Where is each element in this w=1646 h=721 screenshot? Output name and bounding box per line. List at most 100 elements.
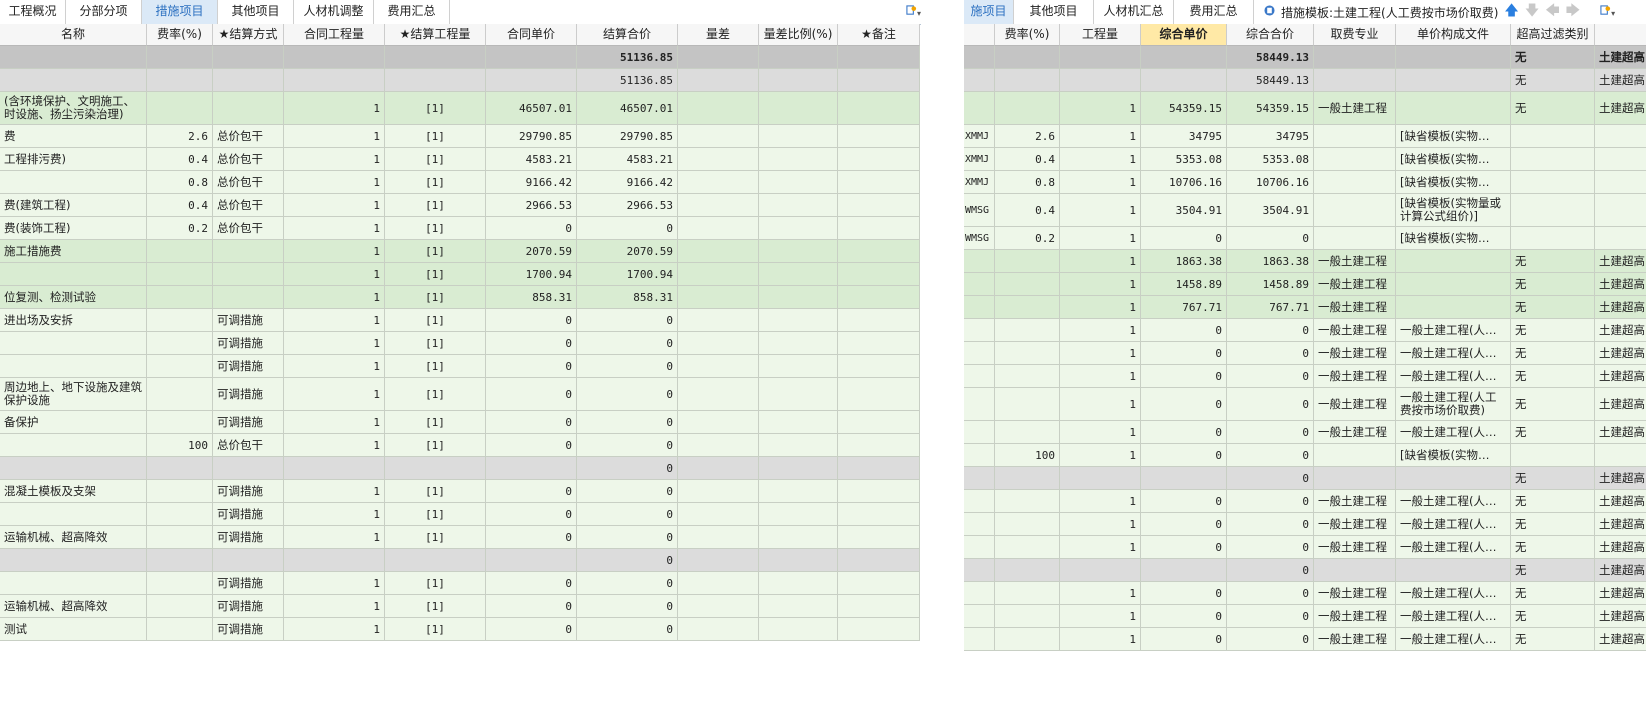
table-cell[interactable] — [995, 559, 1060, 582]
table-cell[interactable]: 0 — [1141, 513, 1227, 536]
table-cell[interactable]: 0 — [1141, 490, 1227, 513]
table-cell[interactable] — [759, 572, 838, 595]
tab-right-3[interactable]: 费用汇总 — [1174, 0, 1254, 24]
tab-left-2[interactable]: 措施项目 — [142, 0, 218, 24]
table-cell[interactable]: 4583.21 — [486, 148, 577, 171]
table-cell[interactable]: 1 — [284, 503, 385, 526]
table-cell[interactable]: 0 — [1141, 365, 1227, 388]
table-cell[interactable]: 0 — [1141, 319, 1227, 342]
table-cell[interactable] — [964, 628, 995, 651]
table-cell[interactable]: [1] — [385, 286, 486, 309]
table-cell[interactable] — [486, 457, 577, 480]
table-cell[interactable] — [1314, 148, 1396, 171]
table-cell[interactable]: [1] — [385, 572, 486, 595]
table-cell[interactable]: 0 — [577, 503, 678, 526]
table-cell[interactable] — [213, 240, 284, 263]
table-cell[interactable]: 0.4 — [995, 194, 1060, 227]
table-cell[interactable] — [995, 365, 1060, 388]
table-cell[interactable] — [0, 69, 147, 92]
table-cell[interactable] — [147, 92, 213, 125]
table-cell[interactable]: 土建超高 — [1595, 365, 1646, 388]
table-cell[interactable] — [995, 605, 1060, 628]
table-cell[interactable]: [1] — [385, 263, 486, 286]
table-cell[interactable] — [1314, 69, 1396, 92]
table-cell[interactable] — [995, 92, 1060, 125]
table-cell[interactable] — [1314, 227, 1396, 250]
table-cell[interactable] — [838, 434, 920, 457]
table-cell[interactable] — [147, 378, 213, 411]
table-cell[interactable]: 0 — [1227, 490, 1314, 513]
table-cell[interactable] — [147, 355, 213, 378]
table-cell[interactable]: 58449.13 — [1227, 69, 1314, 92]
table-cell[interactable]: 767.71 — [1227, 296, 1314, 319]
table-cell[interactable]: 0 — [1227, 605, 1314, 628]
table-cell[interactable]: 费 — [0, 125, 147, 148]
table-cell[interactable] — [838, 46, 920, 69]
column-header[interactable]: 综合合价 — [1227, 24, 1314, 46]
table-cell[interactable]: 0 — [1227, 559, 1314, 582]
arrow-left-icon[interactable]: 🡄 — [1545, 0, 1559, 24]
table-cell[interactable]: 0 — [577, 572, 678, 595]
table-cell[interactable]: [1] — [385, 480, 486, 503]
table-cell[interactable] — [838, 411, 920, 434]
table-cell[interactable]: 0.2 — [147, 217, 213, 240]
table-cell[interactable]: 一般土建工程(人… — [1396, 513, 1511, 536]
table-cell[interactable] — [678, 46, 759, 69]
table-cell[interactable] — [1511, 194, 1595, 227]
table-cell[interactable]: 0 — [577, 309, 678, 332]
table-cell[interactable] — [1396, 273, 1511, 296]
table-cell[interactable] — [486, 69, 577, 92]
table-cell[interactable]: [缺省模板(实物… — [1396, 444, 1511, 467]
table-cell[interactable]: 一般土建工程(人… — [1396, 490, 1511, 513]
table-cell[interactable] — [759, 194, 838, 217]
table-cell[interactable] — [838, 332, 920, 355]
table-cell[interactable]: 费(装饰工程) — [0, 217, 147, 240]
table-cell[interactable] — [678, 148, 759, 171]
table-cell[interactable] — [1141, 69, 1227, 92]
table-cell[interactable]: 土建超高 — [1595, 388, 1646, 421]
table-cell[interactable] — [1314, 559, 1396, 582]
table-cell[interactable] — [759, 618, 838, 641]
table-cell[interactable] — [678, 171, 759, 194]
table-cell[interactable] — [1314, 444, 1396, 467]
table-cell[interactable]: 46507.01 — [486, 92, 577, 125]
table-cell[interactable] — [0, 332, 147, 355]
table-cell[interactable] — [147, 263, 213, 286]
table-cell[interactable]: 2.6 — [995, 125, 1060, 148]
table-cell[interactable]: 无 — [1511, 319, 1595, 342]
table-cell[interactable]: WMSG — [964, 227, 995, 250]
table-cell[interactable]: 无 — [1511, 605, 1595, 628]
table-cell[interactable] — [678, 457, 759, 480]
table-cell[interactable] — [995, 628, 1060, 651]
table-cell[interactable]: 0 — [577, 526, 678, 549]
table-cell[interactable]: 34795 — [1227, 125, 1314, 148]
table-cell[interactable]: 1 — [284, 480, 385, 503]
table-cell[interactable]: 1 — [284, 240, 385, 263]
table-cell[interactable]: 0 — [577, 332, 678, 355]
table-cell[interactable] — [838, 378, 920, 411]
table-cell[interactable]: 1863.38 — [1227, 250, 1314, 273]
table-cell[interactable] — [838, 572, 920, 595]
table-cell[interactable]: [1] — [385, 217, 486, 240]
table-cell[interactable]: 1 — [284, 526, 385, 549]
table-cell[interactable]: 无 — [1511, 296, 1595, 319]
table-cell[interactable] — [838, 194, 920, 217]
table-cell[interactable]: [1] — [385, 125, 486, 148]
table-cell[interactable]: 1 — [1060, 296, 1141, 319]
table-cell[interactable] — [964, 467, 995, 490]
table-cell[interactable]: 土建超高 — [1595, 342, 1646, 365]
table-cell[interactable] — [838, 240, 920, 263]
table-cell[interactable] — [1511, 125, 1595, 148]
table-cell[interactable] — [1511, 227, 1595, 250]
arrow-up-icon[interactable]: 🡅 — [1504, 0, 1518, 24]
table-cell[interactable]: 一般土建工程 — [1314, 513, 1396, 536]
table-cell[interactable]: 1 — [1060, 421, 1141, 444]
table-cell[interactable] — [995, 250, 1060, 273]
table-cell[interactable]: 无 — [1511, 69, 1595, 92]
table-cell[interactable]: [1] — [385, 240, 486, 263]
table-cell[interactable]: 1 — [284, 332, 385, 355]
table-cell[interactable]: 无 — [1511, 467, 1595, 490]
table-cell[interactable] — [838, 480, 920, 503]
table-cell[interactable] — [838, 549, 920, 572]
table-cell[interactable]: 1 — [1060, 605, 1141, 628]
